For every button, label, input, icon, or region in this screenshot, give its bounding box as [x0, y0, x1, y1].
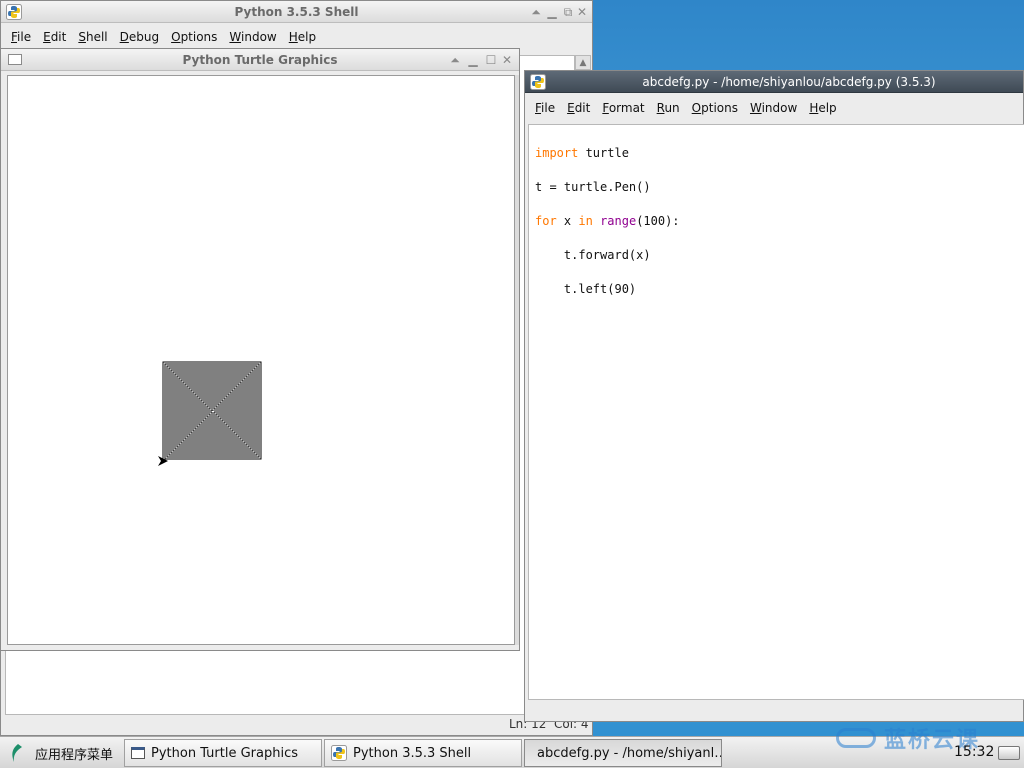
editor-title: abcdefg.py - /home/shiyanlou/abcdefg.py …	[642, 74, 936, 89]
builtin: range	[600, 214, 637, 228]
shell-titlebar[interactable]: Python 3.5.3 Shell ⏶ ▁ ⧉ ✕	[1, 1, 592, 23]
spiral-drawing	[162, 361, 262, 461]
task-editor[interactable]: abcdefg.py - /home/shiyanl…	[524, 739, 722, 767]
shell-menu-edit[interactable]: Edit	[37, 30, 72, 44]
shade-icon[interactable]: ⏶	[447, 52, 463, 68]
code-text: x	[556, 214, 579, 228]
shell-menu-file[interactable]: File	[5, 30, 37, 44]
editor-menubar: File Edit Format Run Options Window Help	[525, 93, 1023, 123]
code-line-3: for x in range(100):	[535, 213, 1018, 230]
shell-menu-help[interactable]: Help	[283, 30, 322, 44]
task-shell-label: Python 3.5.3 Shell	[353, 745, 472, 761]
taskbar: 应用程序菜单 Python Turtle Graphics Python 3.5…	[0, 728, 1024, 768]
turtle-window[interactable]: Python Turtle Graphics ⏶ ▁ ☐ ✕	[0, 48, 520, 651]
editor-menu-help[interactable]: Help	[803, 101, 842, 115]
shell-menu-window[interactable]: Window	[223, 30, 282, 44]
code-line-5: t.left(90)	[535, 282, 637, 296]
start-menu-button[interactable]: 应用程序菜单	[4, 739, 120, 767]
editor-menu-window[interactable]: Window	[744, 101, 803, 115]
shell-status-bar: Ln: 12 Col: 4	[1, 715, 592, 735]
editor-menu-edit[interactable]: Edit	[561, 101, 596, 115]
editor-code-area[interactable]: import turtle t = turtle.Pen() for x in …	[528, 124, 1024, 700]
task-shell[interactable]: Python 3.5.3 Shell	[324, 739, 522, 767]
code-line-1: import turtle	[535, 145, 1018, 162]
shell-title: Python 3.5.3 Shell	[234, 4, 359, 19]
shell-menu-debug[interactable]: Debug	[114, 30, 165, 44]
editor-menu-options[interactable]: Options	[686, 101, 744, 115]
shell-menu-shell[interactable]: Shell	[72, 30, 113, 44]
close-icon[interactable]: ✕	[499, 52, 515, 68]
python-app-icon	[331, 745, 347, 761]
minimize-icon[interactable]: ▁	[465, 52, 481, 68]
maximize-icon[interactable]: ☐	[483, 52, 499, 68]
code-line-2: t = turtle.Pen()	[535, 180, 651, 194]
editor-window[interactable]: abcdefg.py - /home/shiyanlou/abcdefg.py …	[524, 70, 1024, 722]
task-turtle-label: Python Turtle Graphics	[151, 745, 298, 761]
close-icon[interactable]: ✕	[574, 4, 590, 20]
code-text: (100):	[636, 214, 680, 228]
editor-menu-run[interactable]: Run	[651, 101, 686, 115]
editor-titlebar[interactable]: abcdefg.py - /home/shiyanlou/abcdefg.py …	[525, 71, 1023, 93]
keyword: import	[535, 146, 579, 160]
turtle-canvas[interactable]	[8, 76, 514, 644]
shell-menu-options[interactable]: Options	[165, 30, 223, 44]
keyword: for	[535, 214, 557, 228]
task-turtle[interactable]: Python Turtle Graphics	[124, 739, 322, 767]
editor-menu-format[interactable]: Format	[596, 101, 650, 115]
shell-menubar: File Edit Shell Debug Options Window Hel…	[1, 23, 592, 51]
python-app-icon	[530, 74, 546, 90]
window-icon	[131, 747, 145, 759]
code-text: turtle	[578, 146, 629, 160]
task-editor-label: abcdefg.py - /home/shiyanl…	[537, 745, 722, 761]
shade-icon[interactable]: ⏶	[528, 4, 544, 20]
turtle-canvas-frame	[7, 75, 515, 645]
window-menu-icon[interactable]	[8, 54, 22, 65]
turtle-scrollbar[interactable]	[515, 75, 519, 645]
cloud-logo-icon	[836, 728, 876, 748]
python-app-icon	[6, 4, 22, 20]
minimize-icon[interactable]: ▁	[544, 4, 560, 20]
start-menu-label: 应用程序菜单	[35, 747, 114, 763]
code-line-4: t.forward(x)	[535, 248, 651, 262]
editor-menu-file[interactable]: File	[529, 101, 561, 115]
turtle-title: Python Turtle Graphics	[182, 52, 338, 67]
turtle-titlebar[interactable]: Python Turtle Graphics ⏶ ▁ ☐ ✕	[1, 49, 519, 71]
scroll-up-icon[interactable]: ▲	[576, 56, 590, 70]
keyword: in	[578, 214, 593, 228]
keyboard-icon[interactable]	[998, 746, 1020, 760]
clock[interactable]: 15:32	[954, 744, 994, 760]
start-menu-icon	[12, 744, 22, 762]
